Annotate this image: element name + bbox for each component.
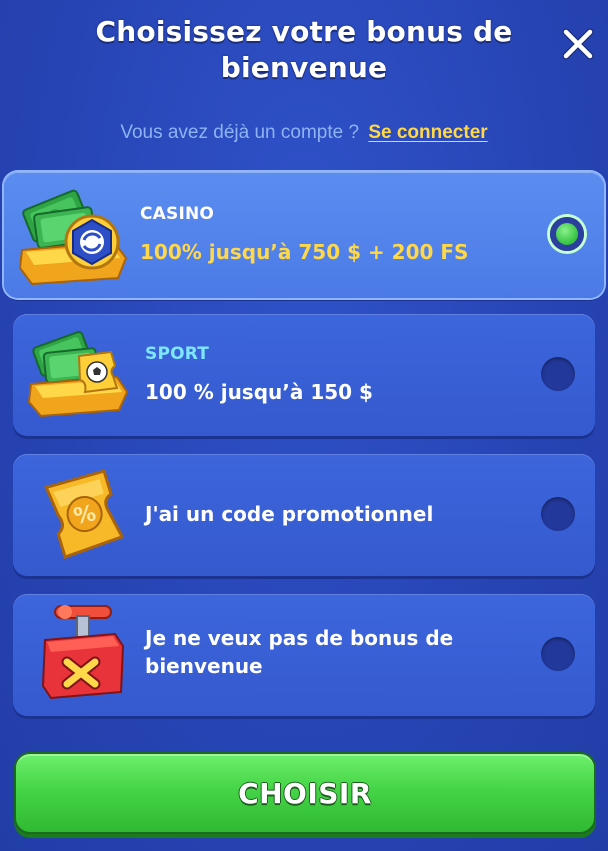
modal-title: Choisissez votre bonus de bienvenue xyxy=(95,15,513,84)
option-label-sport: SPORT xyxy=(145,344,210,364)
sport-money-chest-icon xyxy=(25,322,145,422)
no-bonus-detonator-icon xyxy=(35,600,155,700)
login-link[interactable]: Se connecter xyxy=(368,122,487,143)
close-icon xyxy=(556,22,600,66)
option-text-sport: 100 % jusqu’à 150 $ xyxy=(145,380,373,404)
welcome-bonus-modal: Choisissez votre bonus de bienvenue Vous… xyxy=(0,0,608,851)
option-label-casino: CASINO xyxy=(140,204,215,224)
login-line: Vous avez déjà un compte ? Se connecter xyxy=(0,120,608,146)
close-button[interactable] xyxy=(556,22,600,66)
option-text-casino: 100% jusqu’à 750 $ + 200 FS xyxy=(140,240,469,264)
choose-button-label: CHOISIR xyxy=(238,777,372,810)
promo-ticket-icon: % xyxy=(35,468,155,568)
bonus-option-no-bonus[interactable]: Je ne veux pas de bonus de bienvenue xyxy=(13,594,595,716)
choose-button[interactable]: CHOISIR xyxy=(14,752,596,834)
radio-no-bonus[interactable] xyxy=(541,637,575,671)
login-prompt: Vous avez déjà un compte ? xyxy=(120,122,360,143)
bonus-option-sport[interactable]: SPORT 100 % jusqu’à 150 $ xyxy=(13,314,595,436)
radio-sport[interactable] xyxy=(541,357,575,391)
bonus-option-promo-code[interactable]: % J'ai un code promotionnel xyxy=(13,454,595,576)
option-text-no-bonus: Je ne veux pas de bonus de bienvenue xyxy=(145,626,454,678)
casino-money-chest-icon xyxy=(14,180,134,286)
option-text-promo-code: J'ai un code promotionnel xyxy=(145,502,434,526)
radio-promo-code[interactable] xyxy=(541,497,575,531)
radio-casino-selected[interactable] xyxy=(550,217,584,251)
bonus-option-casino[interactable]: CASINO 100% jusqu’à 750 $ + 200 FS xyxy=(4,172,604,298)
